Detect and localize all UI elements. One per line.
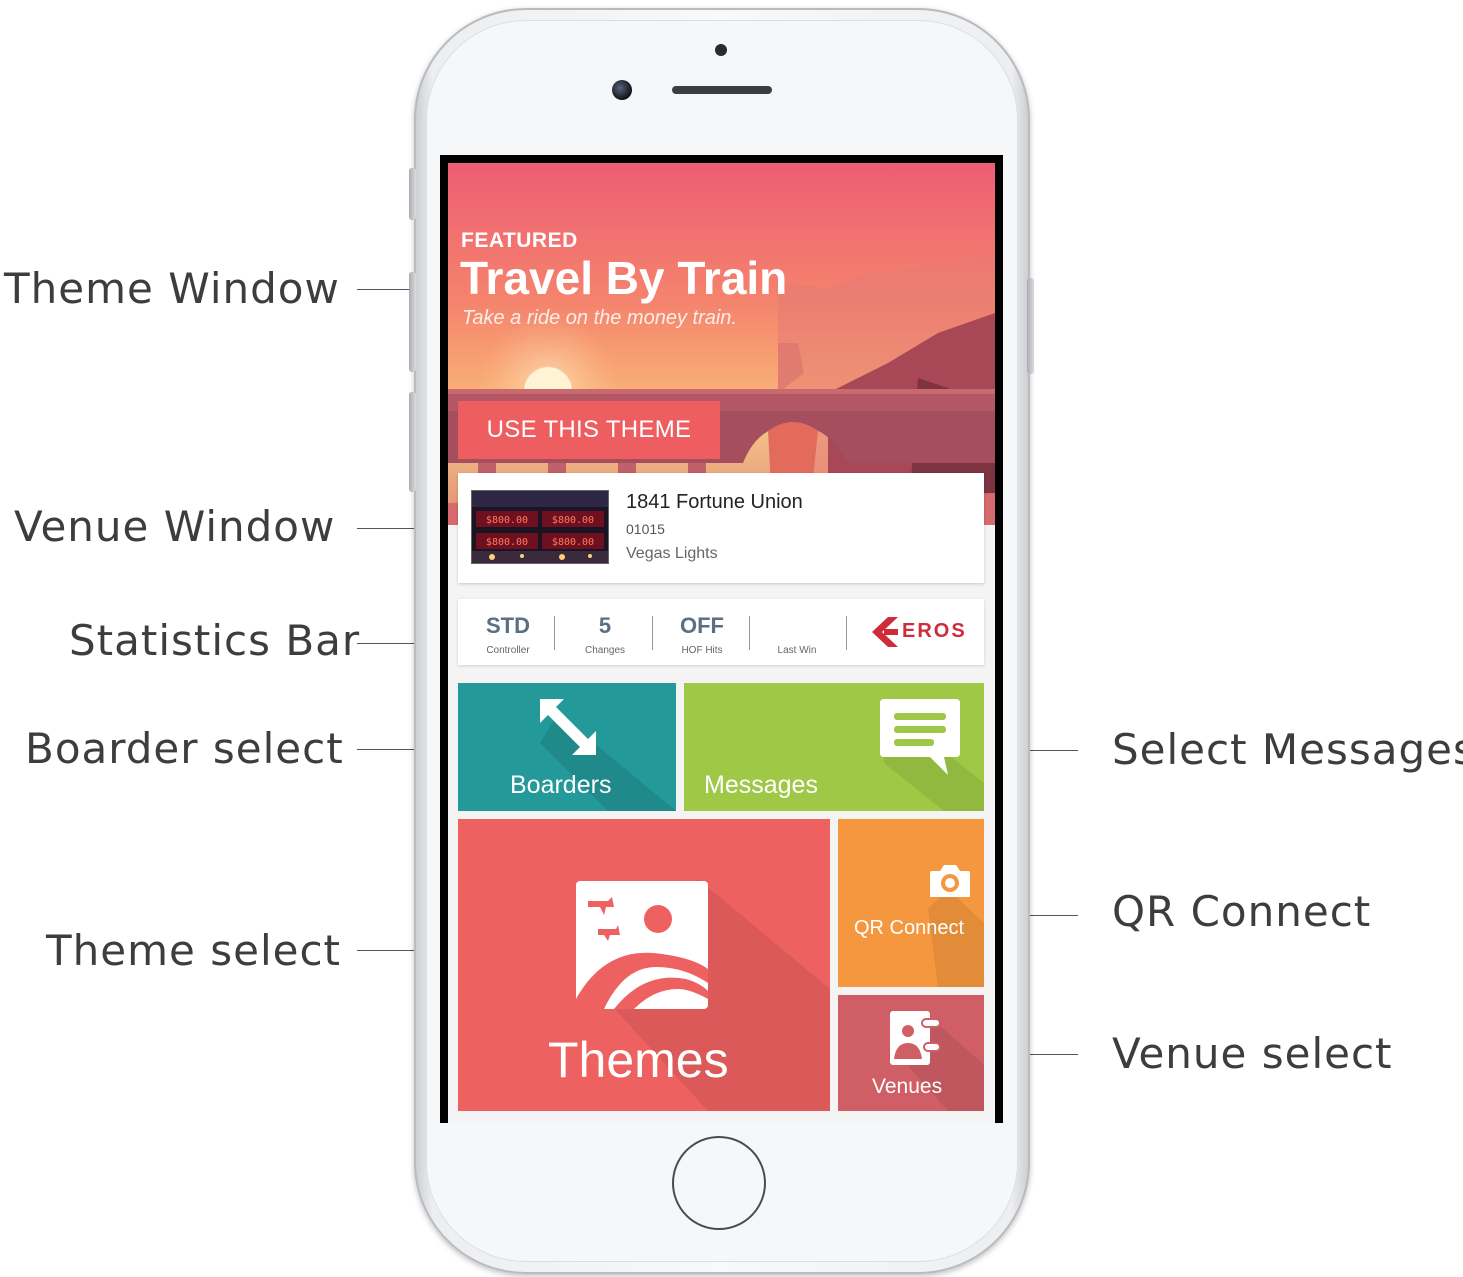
statistics-bar: STD Controller 5 Changes OFF HOF Hits La… [458, 599, 984, 665]
contact-card-icon [890, 1011, 941, 1065]
annotation-boarder-select: Boarder select [25, 724, 344, 773]
theme-subtitle: Take a ride on the money train. [462, 307, 737, 329]
use-this-theme-button[interactable]: USE THIS THEME [458, 401, 720, 459]
annotation-statistics-bar: Statistics Bar [69, 616, 361, 665]
messages-tile[interactable]: Messages [684, 683, 984, 811]
venues-label: Venues [872, 1075, 943, 1098]
annotation-venue-window: Venue Window [14, 502, 336, 551]
featured-eyebrow: FEATURED [461, 229, 578, 252]
stat-value: 5 [598, 613, 612, 638]
stat-hof-hits: OFF HOF Hits [654, 599, 750, 665]
stat-label: HOF Hits [681, 645, 723, 656]
mute-switch[interactable] [409, 168, 416, 220]
annotation-theme-window: Theme Window [4, 264, 340, 313]
stat-value: OFF [680, 613, 724, 638]
home-button[interactable] [672, 1136, 766, 1230]
brand-name: EROS [902, 620, 967, 642]
themes-label: Themes [548, 1032, 729, 1088]
landscape-image-icon [576, 881, 708, 1009]
messages-label: Messages [704, 771, 818, 799]
power-button[interactable] [1027, 278, 1034, 374]
resize-arrows-icon [540, 699, 596, 755]
stat-controller: STD Controller [460, 599, 556, 665]
volume-down-button[interactable] [409, 392, 416, 492]
eros-logo: EROS [870, 615, 966, 649]
camera-icon [930, 865, 970, 897]
stat-label: Changes [584, 645, 626, 656]
annotation-venue-select: Venue select [1112, 1029, 1393, 1078]
eros-logo-icon [872, 617, 898, 647]
earpiece-speaker [672, 86, 772, 94]
annotation-select-messages: Select Messages [1112, 725, 1463, 774]
volume-up-button[interactable] [409, 272, 416, 372]
chat-bubble-icon [880, 699, 960, 775]
theme-title: Travel By Train [460, 252, 788, 304]
thumb-value: $800.00 [486, 537, 528, 548]
stat-value: STD [486, 613, 530, 638]
venue-window[interactable]: $800.00 $800.00 $800.00 $800.00 1841 For… [458, 473, 984, 583]
thumb-value: $800.00 [552, 515, 594, 526]
stat-divider [846, 616, 847, 650]
annotation-qr-connect: QR Connect [1112, 887, 1372, 936]
theme-window: FEATURED Travel By Train Take a ride on … [448, 163, 995, 525]
front-camera [612, 80, 632, 100]
stat-divider [554, 616, 555, 650]
thumb-value: $800.00 [552, 537, 594, 548]
boarders-tile[interactable]: Boarders [458, 683, 676, 811]
phone-screen: FEATURED Travel By Train Take a ride on … [440, 155, 1003, 1123]
thumb-value: $800.00 [486, 515, 528, 526]
themes-tile[interactable]: Themes [458, 819, 830, 1111]
venue-name: 1841 Fortune Union [626, 491, 803, 513]
app-view: FEATURED Travel By Train Take a ride on … [448, 163, 995, 1123]
boarders-label: Boarders [510, 771, 612, 799]
stat-label: Controller [486, 645, 530, 656]
stat-changes: 5 Changes [557, 599, 653, 665]
venue-thumbnail: $800.00 $800.00 $800.00 $800.00 [471, 490, 609, 564]
proximity-sensor [715, 44, 727, 56]
stat-last-win: Last Win [749, 599, 845, 665]
venues-tile[interactable]: Venues [838, 995, 984, 1111]
train-landscape-illustration [448, 253, 995, 525]
stat-label: Last Win [777, 645, 817, 656]
venue-theme-name: Vegas Lights [626, 545, 718, 562]
stat-divider [652, 616, 653, 650]
venue-code: 01015 [626, 521, 665, 537]
annotation-theme-select: Theme select [46, 926, 342, 975]
qr-connect-label: QR Connect [854, 917, 965, 939]
qr-connect-tile[interactable]: QR Connect [838, 819, 984, 987]
